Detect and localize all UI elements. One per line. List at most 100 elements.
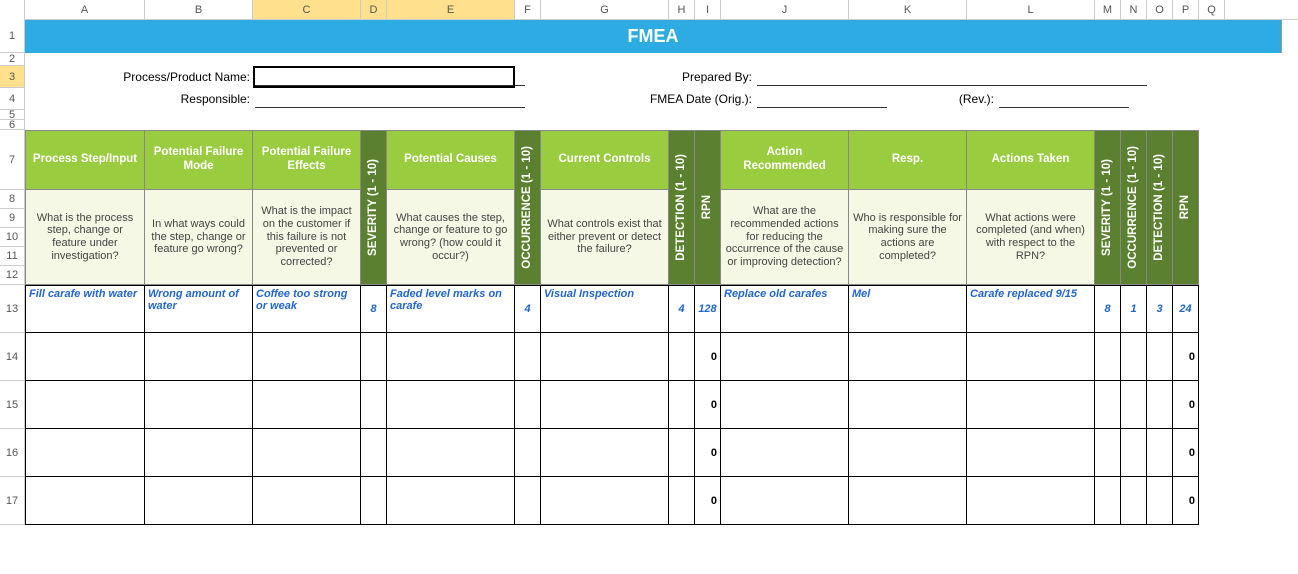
cell-severity2[interactable]: 8 — [1095, 285, 1121, 333]
cell-controls[interactable] — [541, 429, 669, 477]
cell-severity[interactable] — [361, 381, 387, 429]
cell-causes[interactable]: Faded level marks on carafe — [387, 285, 515, 333]
input-fmea-date[interactable] — [757, 90, 887, 108]
cell-occurrence[interactable] — [515, 381, 541, 429]
row-header-8[interactable]: 8 — [0, 190, 25, 209]
cell-process[interactable] — [25, 381, 145, 429]
cell-process[interactable]: Fill carafe with water — [25, 285, 145, 333]
row-header-7[interactable]: 7 — [0, 130, 25, 190]
input-rev[interactable] — [999, 90, 1129, 108]
cell-occurrence[interactable] — [515, 429, 541, 477]
cell-rpn[interactable]: 128 — [695, 285, 721, 333]
cell-controls[interactable]: Visual Inspection — [541, 285, 669, 333]
row-header-4[interactable]: 4 — [0, 88, 25, 110]
col-header-P[interactable]: P — [1173, 0, 1199, 19]
cell-mode[interactable] — [145, 429, 253, 477]
row-header-17[interactable]: 17 — [0, 477, 25, 525]
cell-effects[interactable] — [253, 477, 361, 525]
col-header-L[interactable]: L — [967, 0, 1095, 19]
cell-rpn2[interactable]: 0 — [1173, 429, 1199, 477]
cell-occurrence2[interactable]: 1 — [1121, 285, 1147, 333]
col-header-E[interactable]: E — [387, 0, 515, 19]
row-header-14[interactable]: 14 — [0, 333, 25, 381]
cell-causes[interactable] — [387, 477, 515, 525]
col-header-N[interactable]: N — [1121, 0, 1147, 19]
cell-detection2[interactable] — [1147, 381, 1173, 429]
row-header-16[interactable]: 16 — [0, 429, 25, 477]
cell-severity2[interactable] — [1095, 429, 1121, 477]
cell-effects[interactable]: Coffee too strong or weak — [253, 285, 361, 333]
col-header-C[interactable]: C — [253, 0, 361, 19]
cell-action[interactable] — [721, 429, 849, 477]
cell-occurrence2[interactable] — [1121, 477, 1147, 525]
cell-rpn2[interactable]: 0 — [1173, 333, 1199, 381]
cell-severity[interactable]: 8 — [361, 285, 387, 333]
cell-controls[interactable] — [541, 333, 669, 381]
cell-action[interactable] — [721, 381, 849, 429]
row-header-2[interactable]: 2 — [0, 53, 25, 66]
cell-detection[interactable]: 4 — [669, 285, 695, 333]
cell-action[interactable] — [721, 333, 849, 381]
cell-causes[interactable] — [387, 429, 515, 477]
cell-effects[interactable] — [253, 429, 361, 477]
select-all-corner[interactable] — [0, 0, 25, 20]
cell-rpn[interactable]: 0 — [695, 429, 721, 477]
cell-taken[interactable] — [967, 333, 1095, 381]
cell-mode[interactable] — [145, 333, 253, 381]
cell-severity[interactable] — [361, 333, 387, 381]
col-header-J[interactable]: J — [721, 0, 849, 19]
cell-detection2[interactable]: 3 — [1147, 285, 1173, 333]
cell-mode[interactable] — [145, 477, 253, 525]
cell-rpn[interactable]: 0 — [695, 381, 721, 429]
cell-controls[interactable] — [541, 381, 669, 429]
row-header-15[interactable]: 15 — [0, 381, 25, 429]
cell-occurrence2[interactable] — [1121, 429, 1147, 477]
row-header-10[interactable]: 10 — [0, 228, 25, 247]
col-header-F[interactable]: F — [515, 0, 541, 19]
col-header-H[interactable]: H — [669, 0, 695, 19]
col-header-O[interactable]: O — [1147, 0, 1173, 19]
col-header-M[interactable]: M — [1095, 0, 1121, 19]
cell-process[interactable] — [25, 333, 145, 381]
cell-detection[interactable] — [669, 381, 695, 429]
col-header-I[interactable]: I — [695, 0, 721, 19]
cell-mode[interactable]: Wrong amount of water — [145, 285, 253, 333]
col-header-G[interactable]: G — [541, 0, 669, 19]
cell-effects[interactable] — [253, 381, 361, 429]
cell-detection2[interactable] — [1147, 477, 1173, 525]
col-header-Q[interactable]: Q — [1199, 0, 1225, 19]
col-header-B[interactable]: B — [145, 0, 253, 19]
cell-detection2[interactable] — [1147, 429, 1173, 477]
cell-detection[interactable] — [669, 429, 695, 477]
cell-resp[interactable]: Mel — [849, 285, 967, 333]
input-prepared-by[interactable] — [757, 68, 1147, 86]
cell-causes[interactable] — [387, 333, 515, 381]
grid-area[interactable]: FMEA Process/Product Name: Prepared By: … — [25, 20, 1287, 525]
cell-rpn2[interactable]: 24 — [1173, 285, 1199, 333]
input-process-name[interactable] — [255, 68, 525, 86]
cell-severity[interactable] — [361, 477, 387, 525]
input-responsible[interactable] — [255, 90, 525, 108]
cell-taken[interactable] — [967, 477, 1095, 525]
cell-detection2[interactable] — [1147, 333, 1173, 381]
cell-process[interactable] — [25, 429, 145, 477]
cell-rpn2[interactable]: 0 — [1173, 381, 1199, 429]
cell-effects[interactable] — [253, 333, 361, 381]
row-header-13[interactable]: 13 — [0, 285, 25, 333]
cell-rpn2[interactable]: 0 — [1173, 477, 1199, 525]
cell-taken[interactable]: Carafe replaced 9/15 — [967, 285, 1095, 333]
cell-action[interactable]: Replace old carafes — [721, 285, 849, 333]
cell-rpn[interactable]: 0 — [695, 333, 721, 381]
cell-occurrence[interactable] — [515, 333, 541, 381]
row-header-11[interactable]: 11 — [0, 247, 25, 266]
row-header-9[interactable]: 9 — [0, 209, 25, 228]
cell-resp[interactable] — [849, 429, 967, 477]
cell-severity2[interactable] — [1095, 381, 1121, 429]
cell-detection[interactable] — [669, 477, 695, 525]
cell-action[interactable] — [721, 477, 849, 525]
cell-controls[interactable] — [541, 477, 669, 525]
cell-taken[interactable] — [967, 429, 1095, 477]
row-header-6[interactable]: 6 — [0, 120, 25, 130]
cell-occurrence2[interactable] — [1121, 381, 1147, 429]
cell-occurrence2[interactable] — [1121, 333, 1147, 381]
